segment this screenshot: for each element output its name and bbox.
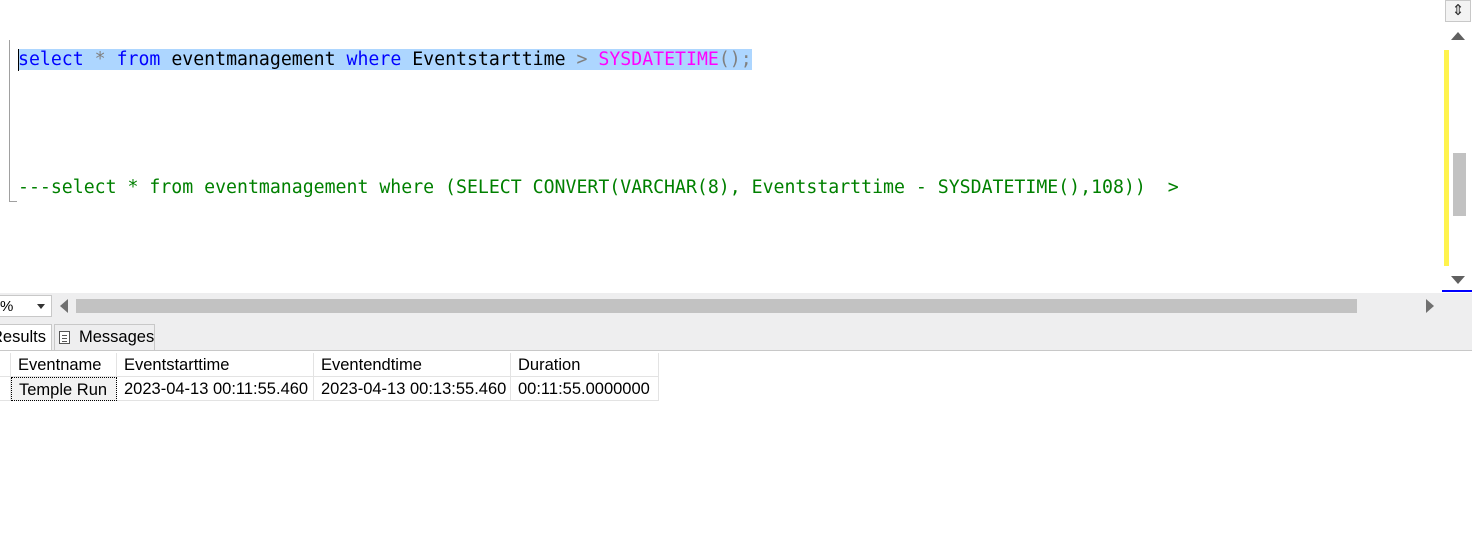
scroll-right-arrow-icon[interactable]	[1426, 299, 1434, 313]
query-editor[interactable]: select * from eventmanagement where Even…	[0, 0, 1442, 293]
tab-messages[interactable]: Messages	[54, 324, 155, 350]
text-caret	[18, 49, 19, 71]
token-parens: ();	[718, 49, 752, 70]
column-header[interactable]: Duration	[511, 353, 659, 377]
token-keyword-where: where	[346, 49, 402, 70]
selection-highlight: select * from eventmanagement where Even…	[18, 49, 752, 70]
split-view-icon[interactable]: ⇕	[1445, 0, 1471, 22]
token-keyword-select: select	[18, 49, 84, 70]
grid-cell[interactable]: 2023-04-13 00:13:55.460	[314, 377, 511, 401]
vertical-scroll-thumb[interactable]	[1453, 153, 1466, 216]
code-line-comment[interactable]: ---select * from eventmanagement where (…	[18, 175, 1179, 201]
tab-results-label: Results	[0, 328, 47, 346]
tab-messages-label: Messages	[79, 328, 155, 346]
column-header[interactable]: Eventendtime	[314, 353, 511, 377]
column-header[interactable]: Eventstarttime	[117, 353, 314, 377]
zoom-dropdown[interactable]: %	[0, 295, 52, 317]
zoom-value: %	[0, 298, 14, 315]
editor-vertical-scrollbar[interactable]: ⇕	[1442, 0, 1472, 293]
tab-results[interactable]: Results	[0, 324, 52, 350]
token-operator: >	[576, 49, 588, 70]
grid-cell-focused[interactable]: Temple Run	[11, 377, 117, 401]
messages-icon	[59, 331, 70, 344]
results-pane: Eventname Eventstarttime Eventendtime Du…	[0, 350, 1472, 538]
horizontal-scroll-thumb[interactable]	[76, 299, 1357, 313]
token-function: SYSDATETIME	[598, 49, 719, 70]
chevron-down-icon	[37, 304, 45, 309]
outline-fold-line	[9, 40, 10, 202]
row-selector[interactable]	[0, 377, 11, 401]
token-keyword-from: from	[116, 49, 161, 70]
change-tracking-marker	[1444, 50, 1449, 266]
token-star: *	[94, 49, 106, 70]
grid-corner[interactable]	[0, 353, 11, 377]
editor-status-strip: %	[0, 293, 1472, 320]
outline-fold-tick	[9, 201, 17, 202]
token-table-name: eventmanagement	[171, 49, 336, 70]
results-tab-strip: Results Messages	[0, 320, 1472, 350]
scrollbar-caret-marker	[1442, 290, 1472, 292]
grid-cell[interactable]: 00:11:55.0000000	[511, 377, 659, 401]
column-header[interactable]: Eventname	[11, 353, 117, 377]
code-line-1[interactable]: select * from eventmanagement where Even…	[18, 47, 752, 73]
scroll-down-arrow-icon[interactable]	[1451, 276, 1465, 284]
scroll-left-arrow-icon[interactable]	[60, 299, 68, 313]
token-column-name: Eventstarttime	[412, 49, 566, 70]
scroll-up-arrow-icon[interactable]	[1451, 32, 1465, 40]
grid-cell[interactable]: 2023-04-13 00:11:55.460	[117, 377, 314, 401]
